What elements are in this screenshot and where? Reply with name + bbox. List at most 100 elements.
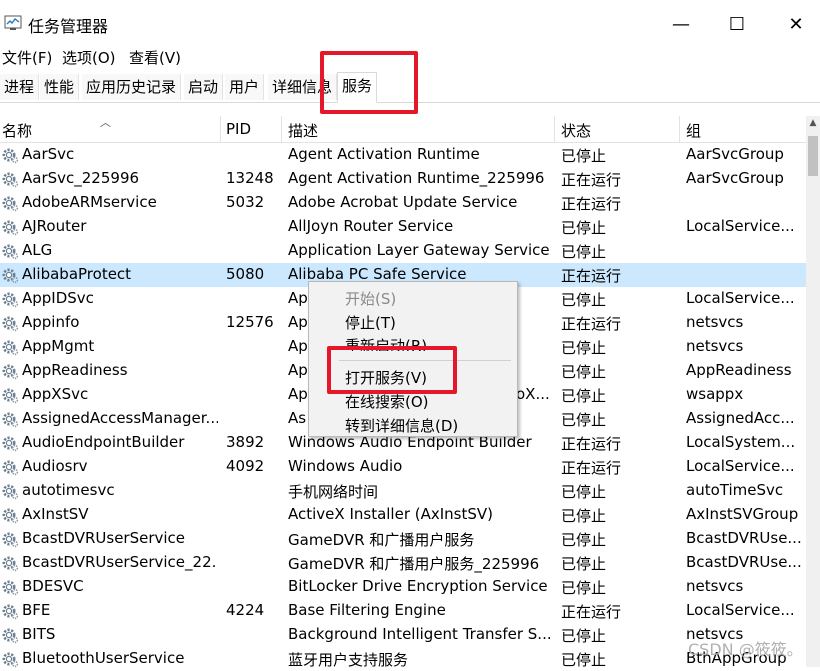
table-row[interactable]: BluetoothUserService 蓝牙用户支持服务 已停止 BthAppGro… (0, 647, 806, 671)
context-search-online[interactable]: 在线搜索(O) (345, 391, 429, 412)
minimize-button[interactable]: — (666, 10, 696, 38)
service-gear-icon (2, 508, 19, 524)
tab-services[interactable]: 服务 (337, 72, 378, 103)
column-name[interactable]: 名称 (2, 120, 32, 141)
column-divider[interactable] (220, 116, 221, 142)
service-gear-icon (2, 532, 19, 548)
service-status: 已停止 (561, 387, 607, 405)
service-gear-icon (2, 220, 19, 236)
service-description: ActiveX Installer (AxInstSV) (288, 505, 494, 523)
service-status: 正在运行 (561, 315, 622, 333)
context-restart[interactable]: 重新启动(R) (345, 335, 427, 351)
service-name: BluetoothUserService (22, 649, 185, 667)
service-gear-icon (2, 388, 19, 404)
service-name: BDESVC (22, 577, 84, 595)
service-gear-icon (2, 460, 19, 476)
service-group: AppReadiness (686, 361, 792, 379)
service-group: LocalSystem... (686, 433, 796, 451)
service-group: netsvcs (686, 313, 744, 331)
service-pid: 4224 (226, 601, 265, 619)
service-status: 正在运行 (561, 171, 622, 189)
service-status: 正在运行 (561, 267, 622, 285)
table-row[interactable]: AdobeARMservice 5032 Adobe Acrobat Update … (0, 191, 806, 215)
column-pid[interactable]: PID (226, 120, 251, 138)
service-status: 已停止 (561, 363, 607, 381)
service-status: 正在运行 (561, 195, 622, 213)
tab-startup[interactable]: 启动 (184, 74, 224, 100)
tab-app-history[interactable]: 应用历史记录 (82, 74, 182, 100)
table-row[interactable]: ALG Application Layer Gateway Service 已停止 (0, 239, 806, 263)
context-stop[interactable]: 停止(T) (345, 312, 396, 333)
service-gear-icon (2, 316, 19, 332)
service-description: GameDVR 和广播用户服务 (288, 531, 475, 549)
service-name: AlibabaProtect (22, 265, 132, 283)
service-group: AarSvcGroup (686, 145, 784, 163)
service-gear-icon (2, 484, 19, 500)
service-name: BFE (22, 601, 51, 619)
service-name: AJRouter (22, 217, 87, 235)
vertical-scrollbar[interactable] (806, 116, 820, 667)
service-name: AppReadiness (22, 361, 128, 379)
maximize-button[interactable]: ☐ (722, 10, 752, 38)
service-status: 已停止 (561, 147, 607, 165)
column-divider[interactable] (554, 116, 555, 142)
service-status: 已停止 (561, 483, 607, 501)
column-group[interactable]: 组 (686, 120, 701, 141)
table-row[interactable]: BcastDVRUserService_22... GameDVR 和广播用户服务… (0, 551, 806, 575)
service-gear-icon (2, 580, 19, 596)
service-group: netsvcs (686, 337, 744, 355)
table-row[interactable]: AJRouter AllJoyn Router Service 已停止 LocalSe… (0, 215, 806, 239)
service-status: 已停止 (561, 627, 607, 645)
table-row[interactable]: AxInstSV ActiveX Installer (AxInstSV) 已停止 A… (0, 503, 806, 527)
service-gear-icon (2, 148, 19, 164)
context-go-to-details[interactable]: 转到详细信息(D) (345, 415, 458, 436)
service-group: autoTimeSvc (686, 481, 784, 499)
window-title: 任务管理器 (28, 17, 109, 36)
table-row[interactable]: BFE 4224 Base Filtering Engine 正在运行 LocalSer… (0, 599, 806, 623)
context-start[interactable]: 开始(S) (345, 288, 396, 309)
service-description: Windows Audio (288, 457, 403, 475)
service-gear-icon (2, 268, 19, 284)
column-divider[interactable] (281, 116, 282, 142)
table-row[interactable]: AarSvc_225996 13248 Agent Activation Runti… (0, 167, 806, 191)
menu-options[interactable]: 选项(O) (62, 47, 116, 68)
service-group: LocalService... (686, 601, 795, 619)
table-row[interactable]: BDESVC BitLocker Drive Encryption Service… (0, 575, 806, 599)
close-icon: ✕ (788, 13, 804, 35)
maximize-icon: ☐ (728, 13, 746, 35)
service-description: Agent Activation Runtime_225996 (288, 169, 545, 187)
table-row[interactable]: Audiosrv 4092 Windows Audio 正在运行 LocalServic… (0, 455, 806, 479)
menu-file[interactable]: 文件(F) (2, 47, 52, 68)
service-name: AarSvc (22, 145, 75, 163)
service-gear-icon (2, 604, 19, 620)
tab-users[interactable]: 用户 (225, 74, 265, 100)
service-group: LocalService... (686, 289, 795, 307)
service-name: AppMgmt (22, 337, 95, 355)
service-description: Background Intelligent Transfer S... (288, 625, 550, 643)
scrollbar-thumb[interactable] (808, 136, 818, 176)
table-row[interactable]: autotimesvc 手机网络时间 已停止 autoTimeSvc (0, 479, 806, 503)
service-group: BcastDVRUse... (686, 553, 802, 571)
column-divider[interactable] (679, 116, 680, 142)
service-name: Audiosrv (22, 457, 88, 475)
service-gear-icon (2, 196, 19, 212)
service-gear-icon (2, 340, 19, 356)
tab-performance[interactable]: 性能 (40, 74, 80, 100)
column-status[interactable]: 状态 (561, 120, 591, 141)
table-row[interactable]: AarSvc Agent Activation Runtime 已停止 AarSvcG… (0, 143, 806, 167)
service-status: 正在运行 (561, 603, 622, 621)
table-row[interactable]: BITS Background Intelligent Transfer S...… (0, 623, 806, 647)
service-gear-icon (2, 652, 19, 668)
scroll-up-icon[interactable]: ▲ (806, 118, 820, 134)
tab-details[interactable]: 详细信息 (268, 74, 338, 100)
service-name: Appinfo (22, 313, 80, 331)
column-description[interactable]: 描述 (288, 120, 318, 141)
minimize-icon: — (672, 13, 690, 35)
context-open-services[interactable]: 打开服务(V) (345, 367, 427, 388)
service-name: BITS (22, 625, 56, 643)
menu-view[interactable]: 查看(V) (129, 47, 181, 68)
tab-processes[interactable]: 进程 (0, 74, 40, 100)
close-button[interactable]: ✕ (781, 10, 811, 38)
table-row[interactable]: BcastDVRUserService GameDVR 和广播用户服务 已停止 Bca… (0, 527, 806, 551)
table-header: ︿ 名称 PID 描述 状态 组 (0, 116, 806, 143)
